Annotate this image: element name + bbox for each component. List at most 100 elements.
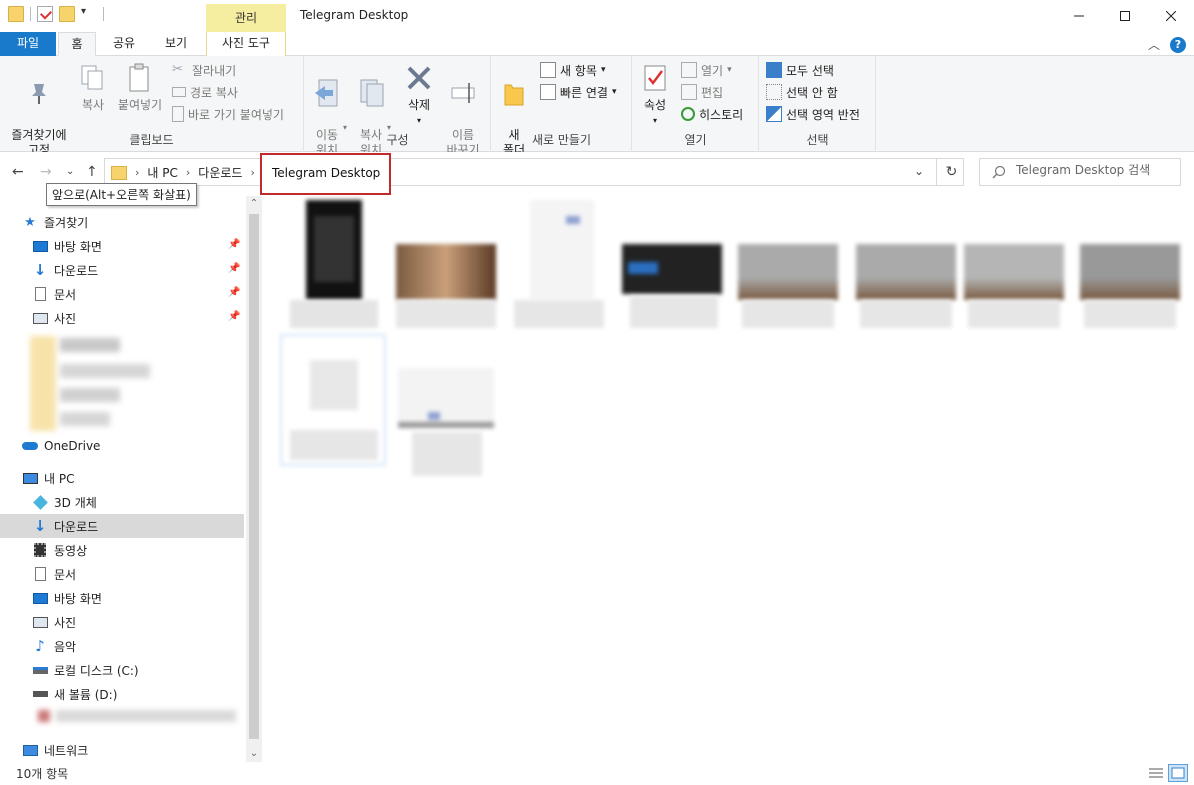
file-thumbnail[interactable] [398,368,494,428]
tab-photo-tools[interactable]: 사진 도구 [206,32,286,56]
file-thumbnail[interactable] [1080,244,1180,300]
pin-icon[interactable]: 📌 [228,263,240,275]
nav-desktop[interactable]: 바탕 화면 [0,586,244,610]
computer-icon [22,470,38,486]
select-none-button[interactable]: 선택 안 함 [766,82,838,102]
new-folder-icon[interactable] [59,6,75,22]
recent-locations-icon[interactable]: ⌄ [66,166,74,177]
tab-share[interactable]: 공유 [104,32,144,56]
large-icons-view-button[interactable] [1168,764,1188,782]
new-group: 새 폴더 새 항목 ▾ 빠른 연결 ▾ 새로 만들기 [492,56,632,157]
nav-local-disk-c[interactable]: 로컬 디스크 (C:) [0,658,244,682]
nav-scrollbar[interactable]: ⌃ ⌄ [246,196,262,762]
tab-home[interactable]: 홈 [58,32,96,56]
file-thumbnail[interactable] [738,244,838,300]
nav-downloads[interactable]: ↓ 다운로드 [0,514,244,538]
nav-documents[interactable]: 문서 [0,562,244,586]
maximize-button[interactable] [1102,0,1148,32]
nav-music[interactable]: ♪ 음악 [0,634,244,658]
nav-quick-desktop[interactable]: 바탕 화면 📌 [0,234,244,258]
paste-shortcut-button[interactable]: 바로 가기 붙여넣기 [172,104,284,124]
file-name-label [630,296,718,328]
nav-quick-documents[interactable]: 문서 📌 [0,282,244,306]
file-thumbnail[interactable] [964,244,1064,300]
help-icon[interactable]: ? [1170,36,1186,53]
chevron-right-icon[interactable]: › [250,166,254,179]
chevron-right-icon[interactable]: › [186,166,190,179]
nav-onedrive[interactable]: OneDrive [22,434,242,458]
nav-volume-d[interactable]: 새 볼륨 (D:) [0,682,244,706]
properties-button[interactable]: 속성 ▾ [639,62,671,128]
search-box[interactable] [979,158,1181,186]
file-thumbnail[interactable] [530,200,594,300]
paste-button[interactable]: 붙여넣기 [114,62,166,113]
scrollbar-thumb[interactable] [249,214,259,739]
nav-network[interactable]: 네트워크 [22,738,242,762]
invert-selection-button[interactable]: 선택 영역 반전 [766,104,860,124]
pin-icon[interactable]: 📌 [228,239,240,251]
properties-icon[interactable] [37,6,53,22]
history-button[interactable]: 히스토리 [681,104,743,124]
select-none-label: 선택 안 함 [786,85,838,100]
manage-context-tab[interactable]: 관리 [206,4,286,32]
nav-music-label: 음악 [54,639,77,654]
back-arrow-icon[interactable]: ← [12,164,24,180]
nav-desktop-label: 바탕 화면 [54,591,102,606]
select-all-icon [766,62,782,78]
forward-arrow-icon[interactable]: → [40,164,52,180]
file-thumbnail[interactable] [622,244,722,294]
address-bar[interactable]: › 내 PC › 다운로드 › [104,158,964,186]
nav-3d-objects[interactable]: 3D 개체 [0,490,244,514]
nav-quick-access[interactable]: ★ 즐겨찾기 [22,210,242,234]
file-thumbnail[interactable] [396,244,496,300]
nav-quick-downloads[interactable]: ↓ 다운로드 📌 [0,258,244,282]
select-all-button[interactable]: 모두 선택 [766,60,834,80]
drive-icon [32,686,48,702]
ribbon: 즐겨찾기에 고정 복사 붙여넣기 ✂ 잘라내기 경로 복사 바로 가기 붙여넣기… [0,56,1194,157]
details-view-button[interactable] [1146,764,1166,782]
pin-icon[interactable]: 📌 [228,311,240,323]
chevron-down-icon[interactable]: ⌄ [246,746,262,762]
chevron-right-icon[interactable]: › [135,166,139,179]
chevron-up-icon[interactable]: ⌃ [246,196,262,212]
address-history-dropdown-icon[interactable]: ⌄ [914,164,924,178]
breadcrumb-current-highlighted[interactable]: Telegram Desktop [260,153,391,195]
minimize-button[interactable] [1056,0,1102,32]
up-arrow-icon[interactable]: ↑ [86,164,98,180]
delete-button[interactable]: 삭제 ▾ [401,62,437,128]
search-input[interactable] [1016,163,1176,177]
nav-pictures[interactable]: 사진 [0,610,244,634]
ribbon-tabs: 파일 홈 공유 보기 사진 도구 ︿ ? [0,32,1194,56]
chevron-down-icon: ▾ [652,116,657,125]
edit-button[interactable]: 편집 [681,82,723,102]
history-icon [681,107,695,121]
tab-file[interactable]: 파일 [0,32,56,56]
file-name-label [514,300,604,328]
file-thumbnail[interactable] [856,244,956,300]
open-button[interactable]: 열기 ▾ [681,60,732,80]
nav-this-pc[interactable]: 내 PC [22,466,242,490]
chevron-up-icon[interactable]: ︿ [1148,36,1160,53]
cube-icon [32,494,48,510]
breadcrumb-this-pc[interactable]: 내 PC [147,164,177,181]
film-icon [32,542,48,558]
move-to-icon [315,79,338,107]
clipboard-group-label: 클립보드 [129,133,174,147]
breadcrumb-downloads[interactable]: 다운로드 [198,164,242,181]
new-item-button[interactable]: 새 항목 ▾ [540,60,605,80]
close-button[interactable] [1148,0,1194,32]
file-thumbnail[interactable] [306,200,362,300]
copy-path-button[interactable]: 경로 복사 [172,82,238,102]
nav-videos[interactable]: 동영상 [0,538,244,562]
customize-toolbar-icon[interactable]: ▾ [81,6,97,22]
download-arrow-icon: ↓ [33,261,47,279]
nav-quick-desktop-label: 바탕 화면 [54,239,102,254]
nav-quick-pictures[interactable]: 사진 📌 [0,306,244,330]
copy-to-icon [360,79,384,107]
copy-button[interactable]: 복사 [76,62,110,113]
cut-button[interactable]: ✂ 잘라내기 [172,60,236,80]
easy-access-button[interactable]: 빠른 연결 ▾ [540,82,617,102]
pin-icon[interactable]: 📌 [228,287,240,299]
tab-view[interactable]: 보기 [156,32,196,56]
refresh-button[interactable]: ↻ [936,158,966,186]
